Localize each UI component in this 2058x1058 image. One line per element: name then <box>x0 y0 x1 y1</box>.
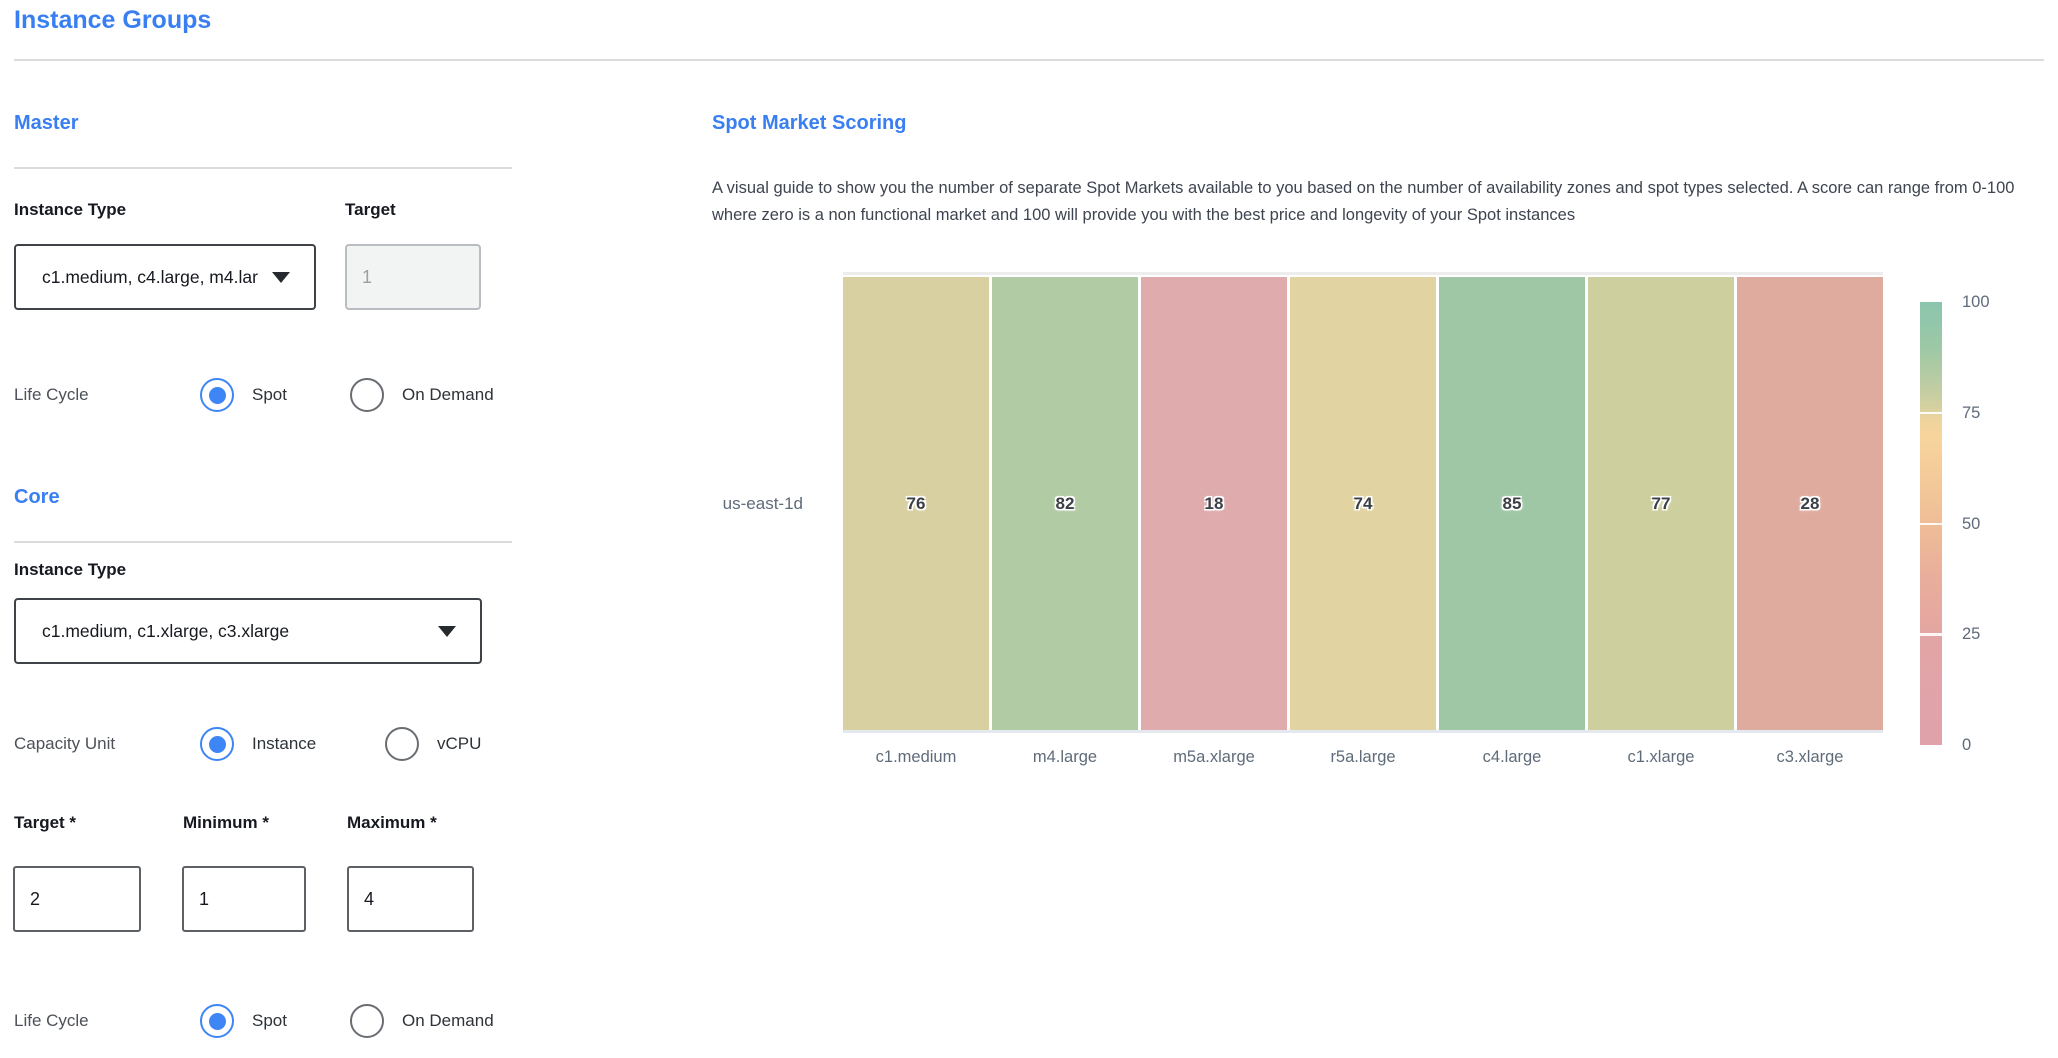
chevron-down-icon <box>438 626 456 637</box>
core-life-cycle-on-demand-radio[interactable]: On Demand <box>350 1003 494 1039</box>
heatmap-cell-value: 82 <box>1056 494 1075 514</box>
master-divider <box>14 167 512 169</box>
heatmap-columns: 76 82 18 74 85 77 28 <box>843 277 1883 730</box>
master-life-cycle-spot-radio[interactable]: Spot <box>200 377 287 413</box>
master-instance-type-select[interactable]: c1.medium, c4.large, m4.large, … <box>14 244 316 310</box>
core-life-cycle-group: Life Cycle Spot On Demand <box>14 1003 534 1039</box>
master-target-label: Target <box>345 200 396 220</box>
instance-groups-page: Instance Groups Master Instance Type Tar… <box>0 0 2058 1058</box>
heatmap-category-label: m4.large <box>992 748 1138 767</box>
colorbar-tick-line <box>1920 412 1942 415</box>
heatmap-cell-value: 18 <box>1205 494 1224 514</box>
heatmap-cell: 77 <box>1588 277 1734 730</box>
spot-market-heatmap: us-east-1d 76 82 18 74 85 77 28 c1.mediumm4.la… <box>712 277 2058 797</box>
heatmap-category-label: r5a.large <box>1290 748 1436 767</box>
colorbar-tick-label: 0 <box>1962 732 2022 758</box>
heatmap-cell-value: 74 <box>1354 494 1373 514</box>
master-life-cycle-group: Life Cycle Spot On Demand <box>14 377 534 413</box>
heatmap-cell: 74 <box>1290 277 1436 730</box>
core-section-heading: Core <box>14 486 60 509</box>
heatmap-cell: 85 <box>1439 277 1585 730</box>
heatmap-cell-value: 76 <box>907 494 926 514</box>
radio-unselected-icon <box>350 1004 384 1038</box>
radio-selected-icon <box>200 1004 234 1038</box>
master-life-cycle-on-demand-radio[interactable]: On Demand <box>350 377 494 413</box>
page-title: Instance Groups <box>14 6 211 35</box>
colorbar-tick-line <box>1920 633 1942 636</box>
core-instance-type-select[interactable]: c1.medium, c1.xlarge, c3.xlarge <box>14 598 482 664</box>
colorbar-tick-label: 25 <box>1962 621 2022 647</box>
radio-selected-icon <box>200 727 234 761</box>
core-capacity-unit-label: Capacity Unit <box>14 726 115 762</box>
heatmap-cell: 18 <box>1141 277 1287 730</box>
heatmap-top-border <box>843 272 1883 275</box>
heatmap-category-label: m5a.xlarge <box>1141 748 1287 767</box>
heatmap-cell: 82 <box>992 277 1138 730</box>
heatmap-bottom-border <box>843 730 1883 733</box>
core-capacity-unit-instance-radio[interactable]: Instance <box>200 726 316 762</box>
core-target-input[interactable] <box>13 866 141 932</box>
master-instance-type-value: c1.medium, c4.large, m4.large, … <box>42 267 258 288</box>
title-divider <box>14 59 2044 61</box>
master-instance-type-label: Instance Type <box>14 200 126 220</box>
chevron-down-icon <box>272 272 290 283</box>
colorbar-tick-line <box>1920 523 1942 526</box>
radio-selected-icon <box>200 378 234 412</box>
core-capacity-unit-group: Capacity Unit Instance vCPU <box>14 726 534 762</box>
core-instance-type-label: Instance Type <box>14 560 126 580</box>
radio-unselected-icon <box>385 727 419 761</box>
colorbar-tick-label: 100 <box>1962 289 2022 315</box>
core-maximum-label: Maximum * <box>347 813 437 833</box>
colorbar-tick-label: 50 <box>1962 511 2022 537</box>
heatmap-cell-value: 85 <box>1503 494 1522 514</box>
core-capacity-unit-vcpu-radio[interactable]: vCPU <box>385 726 481 762</box>
heatmap-category-labels: c1.mediumm4.largem5a.xlarger5a.largec4.l… <box>843 748 1883 767</box>
heatmap-cell-value: 77 <box>1652 494 1671 514</box>
core-target-label: Target * <box>14 813 76 833</box>
heatmap-cell: 28 <box>1737 277 1883 730</box>
core-life-cycle-label: Life Cycle <box>14 1003 89 1039</box>
master-section-heading: Master <box>14 112 78 135</box>
heatmap-row-label: us-east-1d <box>712 277 803 730</box>
radio-unselected-icon <box>350 378 384 412</box>
heatmap-category-label: c4.large <box>1439 748 1585 767</box>
spot-market-scoring-heading: Spot Market Scoring <box>712 112 906 135</box>
heatmap-cell: 76 <box>843 277 989 730</box>
colorbar-gradient <box>1920 302 1942 745</box>
heatmap-category-label: c1.xlarge <box>1588 748 1734 767</box>
colorbar-tick-label: 75 <box>1962 400 2022 426</box>
core-maximum-input[interactable] <box>347 866 474 932</box>
heatmap-category-label: c3.xlarge <box>1737 748 1883 767</box>
core-minimum-input[interactable] <box>182 866 306 932</box>
master-target-input[interactable] <box>345 244 481 310</box>
core-divider <box>14 541 512 543</box>
core-minimum-label: Minimum * <box>183 813 269 833</box>
heatmap-category-label: c1.medium <box>843 748 989 767</box>
heatmap-cell-value: 28 <box>1801 494 1820 514</box>
core-instance-type-value: c1.medium, c1.xlarge, c3.xlarge <box>42 621 289 642</box>
spot-market-scoring-description: A visual guide to show you the number of… <box>712 175 2046 229</box>
core-life-cycle-spot-radio[interactable]: Spot <box>200 1003 287 1039</box>
master-life-cycle-label: Life Cycle <box>14 377 89 413</box>
